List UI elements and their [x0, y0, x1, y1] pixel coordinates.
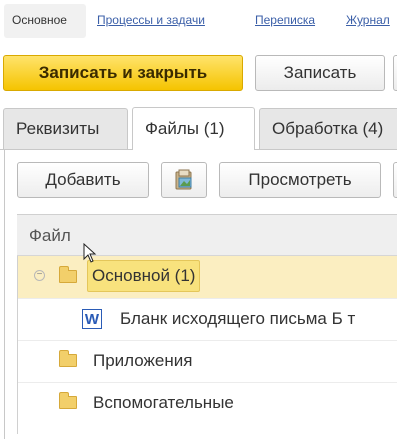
- tree-row-label: Приложения: [93, 351, 193, 370]
- tree-row-file[interactable]: W Бланк исходящего письма Б т: [18, 298, 397, 340]
- scanner-icon: [175, 169, 192, 190]
- save-and-close-button[interactable]: Записать и закрыть: [3, 55, 243, 91]
- more-toolbar-button[interactable]: [393, 162, 397, 198]
- tab-requisites[interactable]: Реквизиты: [3, 108, 128, 149]
- save-button[interactable]: Записать: [255, 55, 385, 91]
- more-actions-button[interactable]: [393, 55, 397, 91]
- tree-row-auxiliary-folder[interactable]: Вспомогательные: [18, 382, 397, 424]
- tree-row-attachments-folder[interactable]: Приложения: [18, 340, 397, 382]
- folder-icon: [59, 350, 77, 367]
- nav-item-log[interactable]: Журнал: [346, 13, 390, 27]
- tab-processing[interactable]: Обработка (4): [259, 108, 397, 149]
- nav-item-processes[interactable]: Процессы и задачи: [97, 13, 205, 27]
- scan-button[interactable]: [161, 162, 207, 198]
- tab-files[interactable]: Файлы (1): [132, 107, 255, 150]
- tree-row-label: Вспомогательные: [93, 393, 234, 412]
- view-button[interactable]: Просмотреть: [219, 162, 381, 198]
- column-header-file: Файл: [29, 226, 71, 245]
- folder-icon: [59, 266, 77, 283]
- nav-item-main[interactable]: Основное: [12, 13, 67, 27]
- word-document-icon: W: [82, 309, 102, 329]
- tree-row-label: Бланк исходящего письма Б т: [120, 309, 356, 328]
- add-button[interactable]: Добавить: [17, 162, 149, 198]
- nav-item-correspondence[interactable]: Переписка: [255, 13, 315, 27]
- grid-header[interactable]: Файл: [17, 214, 397, 256]
- tree-row-main-folder[interactable]: − Основной (1): [18, 256, 397, 298]
- mouse-cursor-icon: [83, 243, 97, 263]
- folder-icon: [59, 392, 77, 409]
- tab-bar: Реквизиты Файлы (1) Обработка (4): [0, 106, 397, 150]
- collapse-icon[interactable]: −: [34, 270, 45, 281]
- tree-row-label: Основной (1): [87, 260, 201, 292]
- form-navigation: Основное Процессы и задачи Переписка Жур…: [0, 0, 397, 42]
